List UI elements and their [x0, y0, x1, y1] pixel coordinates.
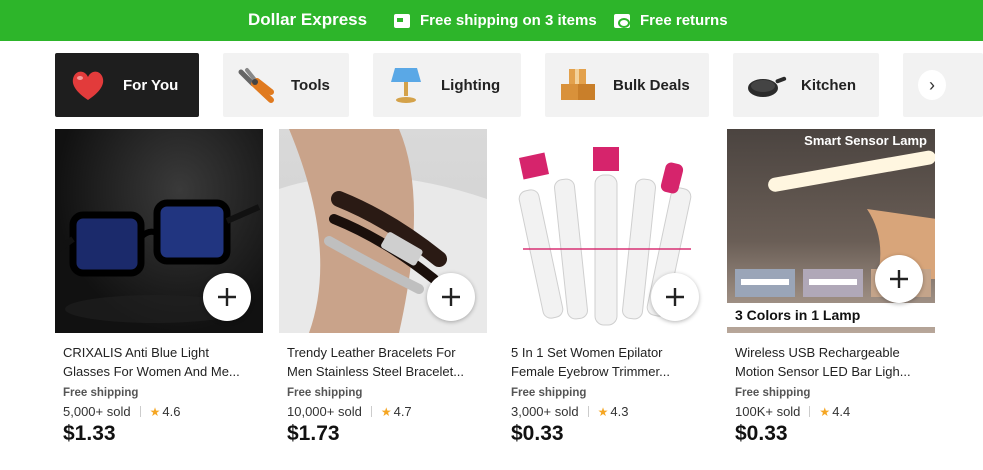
glasses-image[interactable]	[55, 129, 263, 333]
rating-value: 4.3	[610, 404, 629, 419]
category-kitchen[interactable]: Kitchen	[733, 53, 879, 117]
plus-icon	[442, 288, 460, 306]
star-icon: ★	[819, 404, 831, 419]
star-icon: ★	[597, 404, 609, 419]
divider	[809, 406, 811, 417]
promo-banner: Dollar Express Free shipping on 3 items …	[0, 0, 983, 41]
shipping-label: Free shipping	[735, 387, 811, 399]
category-label: Kitchen	[801, 76, 857, 94]
product-price: $1.73	[287, 422, 340, 445]
category-lighting[interactable]: Lighting	[373, 53, 521, 117]
chevron-right-icon[interactable]: ›	[918, 70, 946, 100]
category-label: For You	[123, 76, 179, 94]
shipping-label: Free shipping	[511, 387, 587, 399]
free-shipping-promo[interactable]: Free shipping on 3 items	[394, 12, 597, 29]
rating-value: 4.7	[393, 404, 412, 419]
boxes-icon	[557, 64, 599, 106]
rating-value: 4.4	[832, 404, 851, 419]
divider	[370, 406, 372, 417]
product-meta: 3,000+ sold ★ 4.3	[511, 404, 703, 419]
divider	[587, 406, 589, 417]
free-shipping-text: Free shipping on 3 items	[420, 12, 597, 29]
image-caption-bottom: 3 Colors in 1 Lamp	[727, 303, 935, 327]
brand-name[interactable]: Dollar Express	[248, 10, 367, 30]
category-bulk-deals[interactable]: Bulk Deals	[545, 53, 709, 117]
product-card[interactable]: Smart Sensor Lamp 3 Colors in 1 Lamp Wir…	[727, 129, 935, 446]
sold-count: 3,000+ sold	[511, 404, 579, 419]
lamp-bar-image[interactable]: Smart Sensor Lamp 3 Colors in 1 Lamp	[727, 129, 935, 333]
category-tools[interactable]: Tools	[223, 53, 349, 117]
bracelet-image[interactable]	[279, 129, 487, 333]
category-label: Bulk Deals	[613, 76, 690, 94]
plus-icon	[666, 288, 684, 306]
image-caption-top: Smart Sensor Lamp	[804, 133, 927, 148]
add-to-cart-button[interactable]	[427, 273, 475, 321]
star-icon: ★	[149, 404, 161, 419]
product-meta: 100K+ sold ★ 4.4	[735, 404, 927, 419]
category-label: Tools	[291, 76, 330, 94]
category-for-you[interactable]: For You	[55, 53, 199, 117]
product-card[interactable]: CRIXALIS Anti Blue Light Glasses For Wom…	[55, 129, 263, 446]
free-returns-text: Free returns	[640, 12, 728, 29]
add-to-cart-button[interactable]	[651, 273, 699, 321]
product-meta: 5,000+ sold ★ 4.6	[63, 404, 255, 419]
return-icon	[614, 13, 630, 28]
category-label: Lighting	[441, 76, 501, 94]
pan-icon	[745, 64, 787, 106]
sold-count: 10,000+ sold	[287, 404, 362, 419]
product-card[interactable]: Trendy Leather Bracelets For Men Stainle…	[279, 129, 487, 446]
epilator-image[interactable]	[503, 129, 711, 333]
product-title[interactable]: CRIXALIS Anti Blue Light Glasses For Wom…	[63, 343, 255, 381]
product-card[interactable]: 5 In 1 Set Women Epilator Female Eyebrow…	[503, 129, 711, 446]
product-title[interactable]: Trendy Leather Bracelets For Men Stainle…	[287, 343, 479, 381]
star-icon: ★	[380, 404, 392, 419]
truck-icon	[394, 13, 410, 28]
rating-value: 4.6	[162, 404, 181, 419]
divider	[139, 406, 141, 417]
product-title[interactable]: 5 In 1 Set Women Epilator Female Eyebrow…	[511, 343, 703, 381]
plus-icon	[218, 288, 236, 306]
sold-count: 5,000+ sold	[63, 404, 131, 419]
product-price: $0.33	[511, 422, 564, 445]
product-price: $1.33	[63, 422, 116, 445]
product-title[interactable]: Wireless USB Rechargeable Motion Sensor …	[735, 343, 927, 381]
add-to-cart-button[interactable]	[875, 255, 923, 303]
lamp-icon	[385, 64, 427, 106]
plus-icon	[890, 270, 908, 288]
shipping-label: Free shipping	[287, 387, 363, 399]
free-returns-promo[interactable]: Free returns	[614, 12, 728, 29]
heart-icon	[67, 64, 109, 106]
product-price: $0.33	[735, 422, 788, 445]
sold-count: 100K+ sold	[735, 404, 801, 419]
shipping-label: Free shipping	[63, 387, 139, 399]
pliers-icon	[235, 64, 277, 106]
add-to-cart-button[interactable]	[203, 273, 251, 321]
product-meta: 10,000+ sold ★ 4.7	[287, 404, 479, 419]
